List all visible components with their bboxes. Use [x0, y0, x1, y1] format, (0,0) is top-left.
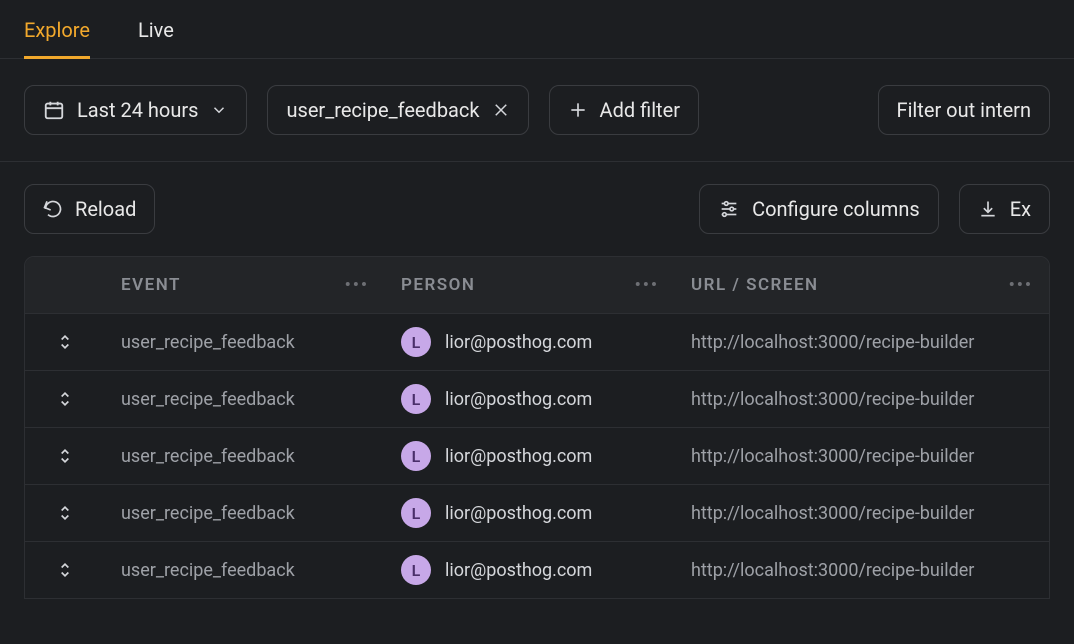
avatar: L — [401, 384, 431, 414]
close-icon[interactable] — [492, 101, 510, 119]
reload-button[interactable]: Reload — [24, 184, 155, 234]
cell-event: user_recipe_feedback — [105, 389, 385, 410]
sort-icon — [55, 560, 75, 580]
table-row[interactable]: user_recipe_feedback L lior@posthog.com … — [25, 313, 1049, 370]
reload-icon — [43, 199, 63, 219]
cell-person[interactable]: L lior@posthog.com — [385, 441, 675, 471]
person-email: lior@posthog.com — [445, 332, 592, 353]
avatar: L — [401, 327, 431, 357]
expand-handle[interactable] — [25, 503, 105, 523]
add-filter-label: Add filter — [600, 98, 680, 122]
sliders-icon — [718, 198, 740, 220]
configure-columns-button[interactable]: Configure columns — [699, 184, 939, 234]
col-url-label: URL / SCREEN — [691, 275, 819, 295]
col-event: EVENT ••• — [105, 257, 385, 313]
expand-handle[interactable] — [25, 446, 105, 466]
reload-label: Reload — [75, 197, 136, 221]
table-row[interactable]: user_recipe_feedback L lior@posthog.com … — [25, 370, 1049, 427]
avatar: L — [401, 498, 431, 528]
cell-person[interactable]: L lior@posthog.com — [385, 384, 675, 414]
export-button[interactable]: Ex — [959, 184, 1050, 234]
cell-url: http://localhost:3000/recipe-builder — [675, 560, 1049, 581]
cell-event: user_recipe_feedback — [105, 503, 385, 524]
download-icon — [978, 199, 998, 219]
event-filter-chip[interactable]: user_recipe_feedback — [267, 85, 528, 135]
export-label: Ex — [1010, 197, 1031, 221]
add-filter-button[interactable]: Add filter — [549, 85, 699, 135]
table-row[interactable]: user_recipe_feedback L lior@posthog.com … — [25, 427, 1049, 484]
filter-row: Last 24 hours user_recipe_feedback Add f… — [0, 59, 1074, 162]
configure-columns-label: Configure columns — [752, 197, 920, 221]
cell-url: http://localhost:3000/recipe-builder — [675, 446, 1049, 467]
plus-icon — [568, 100, 588, 120]
col-handle — [25, 257, 105, 313]
col-event-label: EVENT — [121, 275, 181, 295]
cell-person[interactable]: L lior@posthog.com — [385, 498, 675, 528]
filter-internal-label: Filter out intern — [897, 98, 1031, 122]
person-email: lior@posthog.com — [445, 503, 592, 524]
sort-icon — [55, 332, 75, 352]
sort-icon — [55, 503, 75, 523]
cell-url: http://localhost:3000/recipe-builder — [675, 389, 1049, 410]
person-email: lior@posthog.com — [445, 446, 592, 467]
col-url: URL / SCREEN ••• — [675, 257, 1049, 313]
cell-url: http://localhost:3000/recipe-builder — [675, 503, 1049, 524]
sort-icon — [55, 389, 75, 409]
avatar: L — [401, 441, 431, 471]
tab-explore[interactable]: Explore — [24, 18, 90, 59]
table-header: EVENT ••• PERSON ••• URL / SCREEN ••• — [25, 257, 1049, 313]
event-filter-label: user_recipe_feedback — [286, 98, 479, 122]
person-email: lior@posthog.com — [445, 389, 592, 410]
daterange-label: Last 24 hours — [77, 98, 198, 122]
table-row[interactable]: user_recipe_feedback L lior@posthog.com … — [25, 484, 1049, 541]
person-email: lior@posthog.com — [445, 560, 592, 581]
col-person-menu-icon[interactable]: ••• — [635, 275, 659, 295]
cell-person[interactable]: L lior@posthog.com — [385, 555, 675, 585]
daterange-picker[interactable]: Last 24 hours — [24, 85, 247, 135]
cell-url: http://localhost:3000/recipe-builder — [675, 332, 1049, 353]
expand-handle[interactable] — [25, 332, 105, 352]
cell-person[interactable]: L lior@posthog.com — [385, 327, 675, 357]
cell-event: user_recipe_feedback — [105, 560, 385, 581]
tab-live[interactable]: Live — [138, 18, 174, 58]
events-table: EVENT ••• PERSON ••• URL / SCREEN ••• us… — [24, 256, 1050, 599]
chevron-down-icon — [210, 101, 228, 119]
col-event-menu-icon[interactable]: ••• — [345, 275, 369, 295]
col-person: PERSON ••• — [385, 257, 675, 313]
avatar: L — [401, 555, 431, 585]
expand-handle[interactable] — [25, 389, 105, 409]
col-person-label: PERSON — [401, 275, 475, 295]
sort-icon — [55, 446, 75, 466]
filter-internal-button[interactable]: Filter out intern — [878, 85, 1050, 135]
table-row[interactable]: user_recipe_feedback L lior@posthog.com … — [25, 541, 1049, 598]
cell-event: user_recipe_feedback — [105, 446, 385, 467]
action-row: Reload Configure columns Ex — [0, 162, 1074, 256]
expand-handle[interactable] — [25, 560, 105, 580]
col-url-menu-icon[interactable]: ••• — [1009, 275, 1033, 295]
cell-event: user_recipe_feedback — [105, 332, 385, 353]
top-tabs: Explore Live — [0, 0, 1074, 59]
calendar-icon — [43, 99, 65, 121]
